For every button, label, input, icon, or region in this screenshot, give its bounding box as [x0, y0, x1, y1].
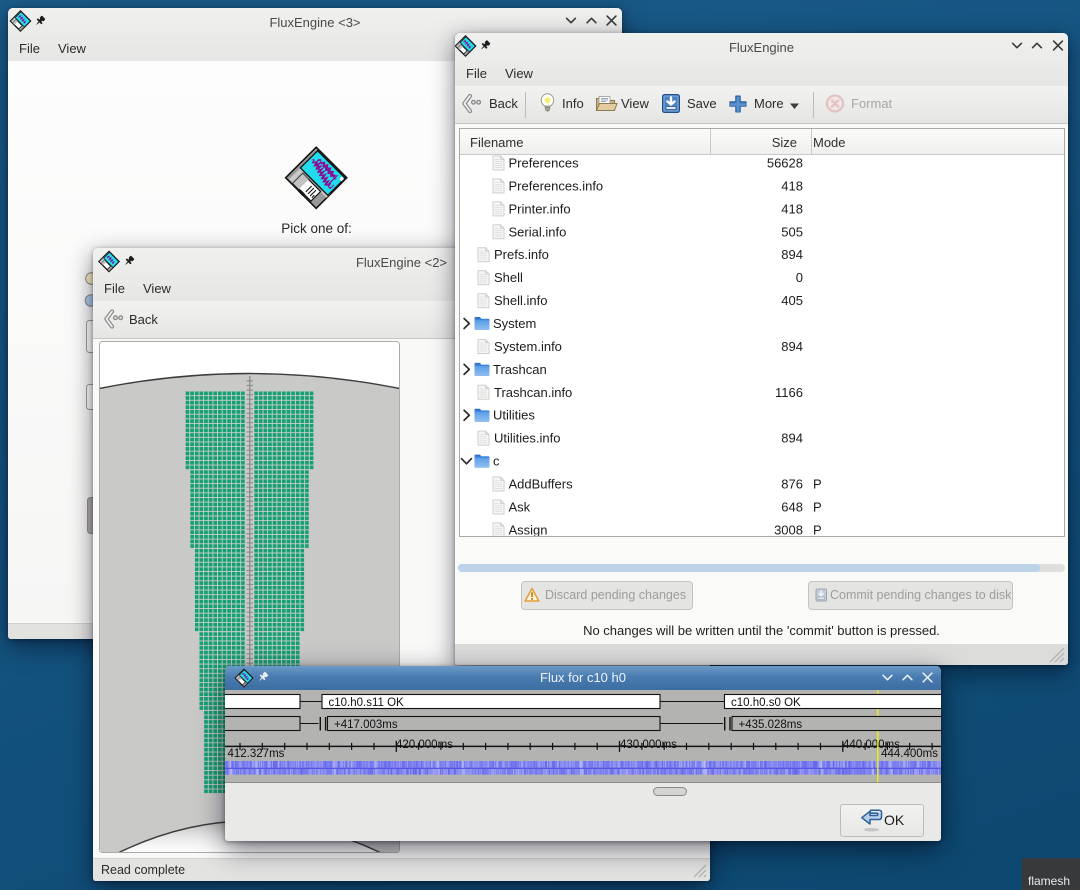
svg-text:Preferences: Preferences: [509, 156, 580, 171]
svg-text:1166: 1166: [775, 385, 803, 400]
svg-text:Trashcan.info: Trashcan.info: [494, 385, 572, 400]
svg-text:Assign: Assign: [509, 522, 548, 537]
svg-text:c: c: [493, 454, 500, 469]
svg-text:648: 648: [781, 499, 803, 514]
svg-text:505: 505: [781, 224, 803, 239]
svg-text:Utilities.info: Utilities.info: [494, 431, 560, 446]
svg-text:0: 0: [796, 270, 803, 285]
svg-text:894: 894: [781, 247, 803, 262]
svg-text:Preferences.info: Preferences.info: [509, 178, 604, 193]
svg-text:P: P: [813, 477, 822, 492]
svg-text:Shell.info: Shell.info: [494, 293, 547, 308]
svg-text:Printer.info: Printer.info: [509, 201, 571, 216]
svg-text:894: 894: [781, 431, 803, 446]
svg-text:System.info: System.info: [494, 339, 562, 354]
svg-text:P: P: [813, 522, 822, 537]
svg-text:P: P: [813, 499, 822, 514]
svg-text:3008: 3008: [774, 522, 803, 537]
svg-text:Shell: Shell: [494, 270, 523, 285]
svg-text:Utilities: Utilities: [493, 408, 535, 423]
svg-text:Prefs.info: Prefs.info: [494, 247, 549, 262]
svg-text:418: 418: [781, 178, 803, 193]
svg-text:+417.003ms: +417.003ms: [334, 719, 398, 731]
svg-text:444.400ms: 444.400ms: [881, 748, 938, 760]
svg-text:Ask: Ask: [509, 499, 531, 514]
svg-text:420.000ms: 420.000ms: [396, 739, 453, 751]
svg-text:Serial.info: Serial.info: [509, 224, 567, 239]
svg-text:894: 894: [781, 339, 803, 354]
svg-text:876: 876: [781, 477, 803, 492]
svg-text:+435.028ms: +435.028ms: [739, 719, 803, 731]
svg-text:Pick one of:: Pick one of:: [281, 221, 352, 236]
svg-text:412.327ms: 412.327ms: [228, 748, 285, 760]
svg-text:c10.h0.s0 OK: c10.h0.s0 OK: [731, 697, 801, 709]
svg-text:AddBuffers: AddBuffers: [509, 477, 574, 492]
svg-text:56628: 56628: [767, 156, 803, 171]
svg-text:405: 405: [781, 293, 803, 308]
svg-text:c10.h0.s11 OK: c10.h0.s11 OK: [329, 697, 405, 709]
svg-text:Trashcan: Trashcan: [493, 362, 547, 377]
svg-text:418: 418: [781, 201, 803, 216]
svg-text:430.000ms: 430.000ms: [620, 739, 677, 751]
svg-text:System: System: [493, 316, 536, 331]
